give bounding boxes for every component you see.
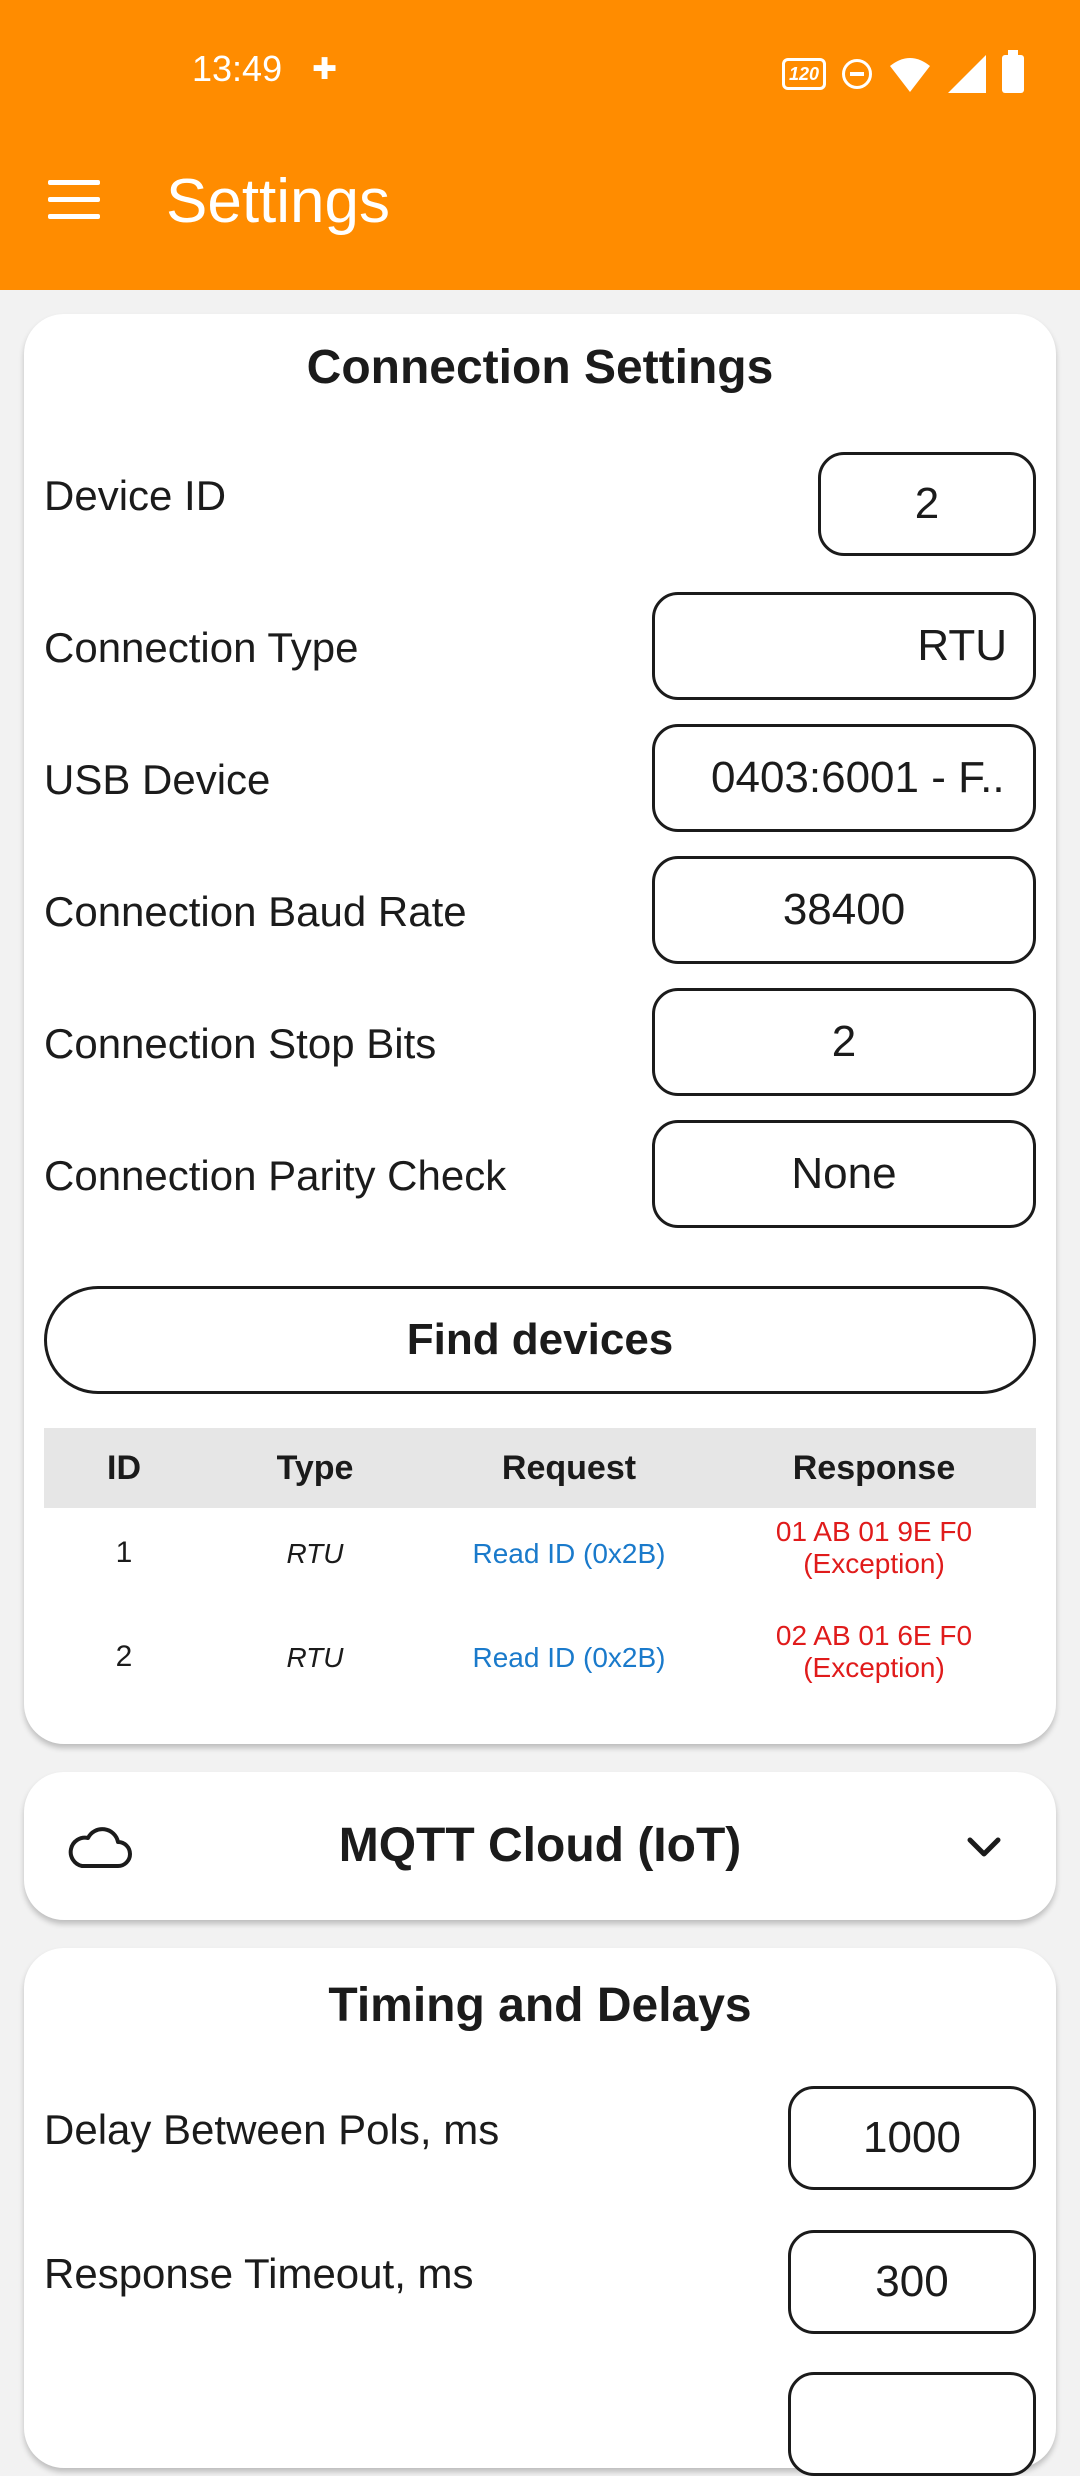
mqtt-cloud-card[interactable]: MQTT Cloud (IoT) xyxy=(24,1772,1056,1920)
connection-settings-title: Connection Settings xyxy=(306,341,774,394)
timing-delays-title: Timing and Delays xyxy=(328,1979,752,2032)
page-title: Settings xyxy=(166,167,391,236)
hamburger-icon xyxy=(48,180,100,185)
cell-type: RTU xyxy=(286,1642,344,1673)
cell-response-line2: (Exception) xyxy=(803,1652,945,1683)
device-id-field[interactable]: 2 xyxy=(818,452,1036,556)
battery-icon xyxy=(1002,50,1024,93)
cell-response-line2: (Exception) xyxy=(803,1548,945,1579)
column-header-type: Type xyxy=(276,1449,354,1487)
wifi-icon xyxy=(888,54,932,94)
status-time: 13:49 xyxy=(192,48,283,89)
cell-response: 02 AB 01 6E F0 (Exception) xyxy=(712,1620,1036,1684)
find-devices-button[interactable]: Find devices xyxy=(44,1286,1036,1394)
cell-type: RTU xyxy=(286,1538,344,1569)
devices-table-header: ID Type Request Response xyxy=(44,1428,1036,1508)
timing-delays-card: Timing and Delays Delay Between Pols, ms… xyxy=(24,1948,1056,2476)
column-header-response: Response xyxy=(792,1449,956,1487)
next-timing-field[interactable] xyxy=(788,2372,1036,2476)
mqtt-cloud-title: MQTT Cloud (IoT) xyxy=(338,1819,742,1872)
parity-check-label: Connection Parity Check xyxy=(44,1152,507,1199)
menu-button[interactable] xyxy=(48,180,104,224)
table-row[interactable]: 1 RTU Read ID (0x2B) 01 AB 01 9E F0 (Exc… xyxy=(44,1516,1036,1616)
notification-plus-icon: ✚ xyxy=(312,53,338,86)
column-header-id: ID xyxy=(107,1449,141,1487)
usb-device-select[interactable]: 0403:6001 - F.. xyxy=(652,724,1036,832)
delay-between-polls-label: Delay Between Pols, ms xyxy=(44,2106,500,2153)
status-bar: 13:49 ✚ 120 xyxy=(0,0,1080,130)
chevron-down-icon[interactable] xyxy=(964,1834,1004,1860)
parity-check-select[interactable]: None xyxy=(652,1120,1036,1228)
status-icons: 120 xyxy=(781,50,1024,96)
table-row[interactable]: 2 RTU Read ID (0x2B) 02 AB 01 6E F0 (Exc… xyxy=(44,1620,1036,1720)
connection-settings-card: Connection Settings Device ID 2 Connecti… xyxy=(24,314,1056,1744)
usb-device-label: USB Device xyxy=(44,756,271,803)
cell-response-line1: 01 AB 01 9E F0 xyxy=(775,1516,973,1547)
response-timeout-label: Response Timeout, ms xyxy=(44,2250,474,2297)
connection-type-select[interactable]: RTU xyxy=(652,592,1036,700)
app-bar: 13:49 ✚ 120 Settings xyxy=(0,0,1080,290)
cell-response-line1: 02 AB 01 6E F0 xyxy=(775,1620,973,1651)
connection-type-label: Connection Type xyxy=(44,624,359,671)
cell-request: Read ID (0x2B) xyxy=(472,1642,666,1673)
delay-between-polls-field[interactable]: 1000 xyxy=(788,2086,1036,2190)
cell-request: Read ID (0x2B) xyxy=(472,1538,666,1569)
cell-id: 1 xyxy=(115,1536,133,1569)
cell-id: 2 xyxy=(115,1640,133,1673)
refresh-rate-icon: 120 xyxy=(781,58,826,90)
signal-icon xyxy=(948,55,986,93)
stop-bits-select[interactable]: 2 xyxy=(652,988,1036,1096)
stop-bits-label: Connection Stop Bits xyxy=(44,1020,437,1067)
response-timeout-field[interactable]: 300 xyxy=(788,2230,1036,2334)
device-id-label: Device ID xyxy=(44,472,227,519)
do-not-disturb-icon xyxy=(842,59,872,89)
baud-rate-select[interactable]: 38400 xyxy=(652,856,1036,964)
cell-response: 01 AB 01 9E F0 (Exception) xyxy=(712,1516,1036,1580)
baud-rate-label: Connection Baud Rate xyxy=(44,888,467,935)
column-header-request: Request xyxy=(501,1449,637,1487)
